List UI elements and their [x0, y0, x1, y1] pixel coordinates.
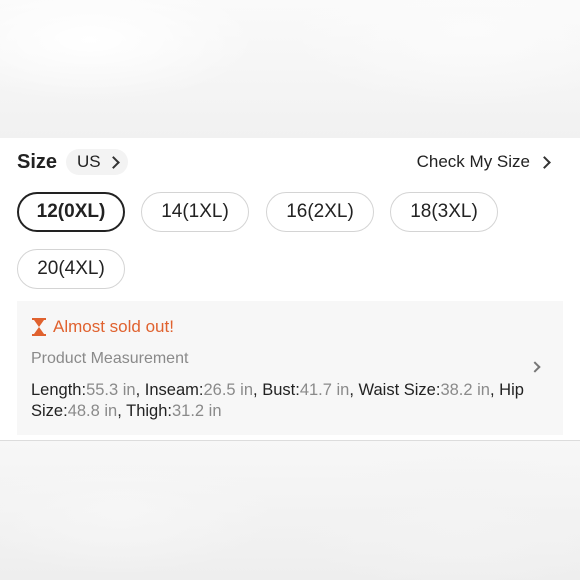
product-measurement-card[interactable]: Almost sold out! Product Measurement Len…	[17, 301, 563, 435]
size-region-label: US	[77, 152, 101, 171]
measure-label-bust: Bust:	[262, 381, 300, 399]
almost-sold-out-alert: Almost sold out!	[31, 317, 174, 337]
measure-label-waist: Waist Size:	[358, 381, 441, 399]
measure-value-thigh: 31.2 in	[171, 402, 222, 420]
size-option-12-0xl[interactable]: 12(0XL)	[17, 192, 125, 232]
size-option-18-3xl[interactable]: 18(3XL)	[390, 192, 498, 232]
product-measurement-title: Product Measurement	[31, 350, 189, 367]
measure-value-hip: 48.8 in	[67, 402, 118, 420]
size-option-14-1xl[interactable]: 14(1XL)	[141, 192, 249, 232]
size-title: Size	[17, 150, 58, 173]
blurred-background-top	[0, 0, 580, 138]
chevron-right-icon	[106, 155, 120, 169]
check-my-size-link[interactable]: Check My Size	[417, 152, 565, 172]
size-option-16-2xl[interactable]: 16(2XL)	[266, 192, 374, 232]
measure-value-bust: 41.7 in	[299, 381, 350, 399]
measure-value-inseam: 26.5 in	[203, 381, 254, 399]
size-option-20-4xl[interactable]: 20(4XL)	[17, 249, 125, 289]
hourglass-icon	[32, 318, 46, 336]
measure-value-length: 55.3 in	[86, 381, 136, 399]
measure-label-thigh: Thigh:	[126, 402, 172, 420]
measure-label-inseam: Inseam:	[144, 381, 204, 399]
size-selection-panel: Size US Check My Size 12(0XL) 14(1XL) 16…	[0, 138, 580, 440]
chevron-right-icon	[538, 155, 551, 169]
almost-sold-out-text: Almost sold out!	[53, 317, 174, 336]
check-my-size-label: Check My Size	[416, 152, 530, 171]
measure-value-waist: 38.2 in	[440, 381, 490, 399]
measure-label-length: Length:	[31, 381, 87, 399]
page: Size US Check My Size 12(0XL) 14(1XL) 16…	[0, 0, 580, 580]
size-header: Size US Check My Size	[17, 148, 565, 176]
size-region-selector[interactable]: US	[66, 149, 128, 175]
blurred-background-bottom	[0, 440, 580, 580]
chevron-right-icon	[529, 361, 541, 373]
product-measurement-values: Length:55.3 in, Inseam:26.5 in, Bust:41.…	[31, 381, 524, 420]
